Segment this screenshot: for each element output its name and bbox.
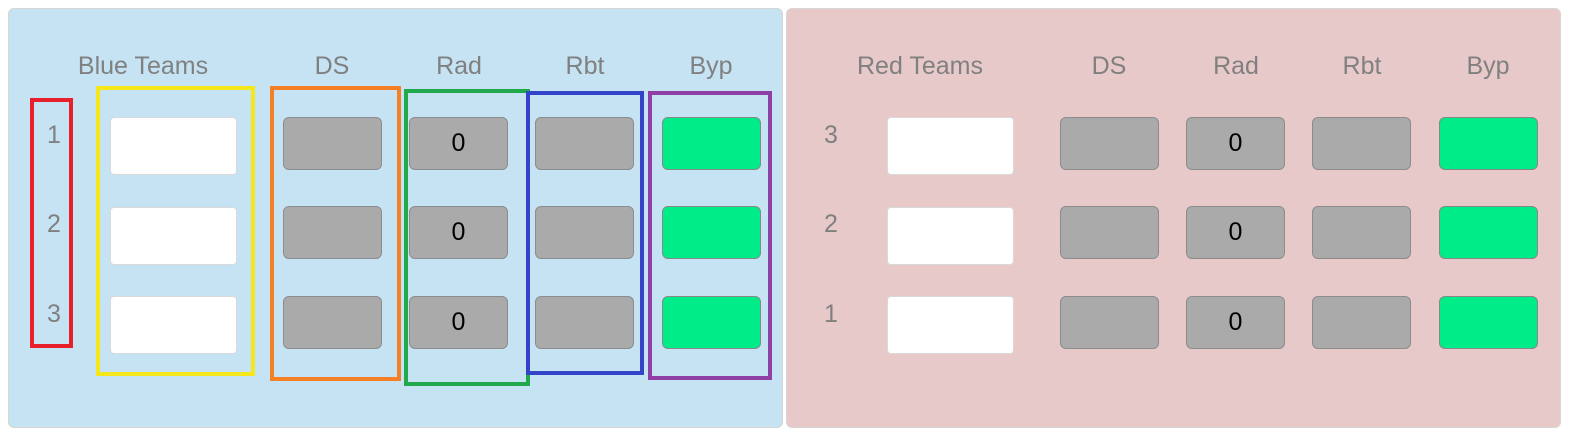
red-row-1-rad-button[interactable]: 0	[1186, 117, 1285, 170]
red-row-1-ds-button[interactable]	[1060, 117, 1159, 170]
red-rbt-header: Rbt	[1342, 52, 1382, 80]
red-row-2-rbt-button[interactable]	[1312, 206, 1411, 259]
red-teams-header: Red Teams	[857, 52, 983, 80]
teams-column-highlight	[96, 86, 255, 376]
red-row-3-team-input[interactable]	[887, 296, 1014, 354]
red-row-1-team-input[interactable]	[887, 117, 1014, 175]
red-row-3-ds-button[interactable]	[1060, 296, 1159, 349]
red-row-2-position: 2	[824, 210, 838, 238]
red-row-3-byp-button[interactable]	[1439, 296, 1538, 349]
red-row-3-rad-button[interactable]: 0	[1186, 296, 1285, 349]
blue-rbt-header: Rbt	[565, 52, 605, 80]
red-row-2-rad-button[interactable]: 0	[1186, 206, 1285, 259]
ds-column-highlight	[270, 86, 401, 381]
blue-rad-header: Rad	[436, 52, 482, 80]
blue-teams-header: Blue Teams	[77, 52, 209, 80]
red-row-2-byp-button[interactable]	[1439, 206, 1538, 259]
red-row-1-position: 3	[824, 121, 838, 149]
byp-column-highlight	[648, 91, 772, 380]
rad-column-highlight	[404, 89, 530, 386]
red-ds-header: DS	[1091, 52, 1127, 80]
red-byp-header: Byp	[1466, 52, 1510, 80]
red-row-1-byp-button[interactable]	[1439, 117, 1538, 170]
red-rad-header: Rad	[1213, 52, 1259, 80]
red-row-2-ds-button[interactable]	[1060, 206, 1159, 259]
red-row-1-rbt-button[interactable]	[1312, 117, 1411, 170]
red-row-2-team-input[interactable]	[887, 207, 1014, 265]
blue-byp-header: Byp	[689, 52, 733, 80]
blue-ds-header: DS	[314, 52, 350, 80]
red-row-3-rbt-button[interactable]	[1312, 296, 1411, 349]
red-row-3-position: 1	[824, 300, 838, 328]
position-column-highlight	[30, 98, 73, 348]
rbt-column-highlight	[526, 91, 644, 375]
